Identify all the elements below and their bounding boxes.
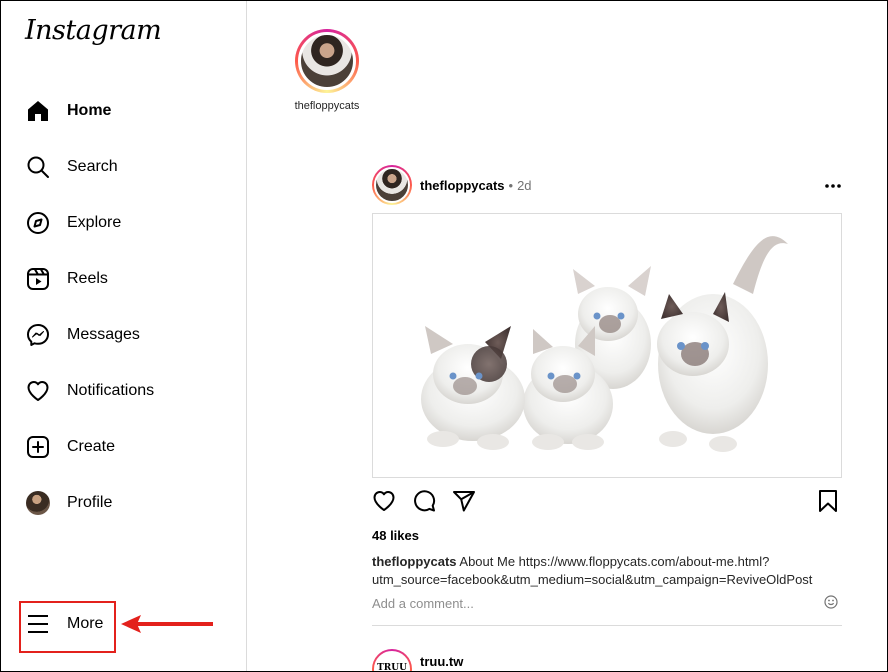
post2-avatar-text: TRUU [374,651,410,671]
instagram-window: Instagram Home Search Explore Reels Mess… [0,0,888,672]
nav-messages-label: Messages [67,326,140,343]
save-bookmark-icon[interactable] [816,489,842,515]
like-heart-icon[interactable] [372,489,398,515]
nav-profile[interactable]: Profile [13,481,233,525]
nav-notifications-label: Notifications [67,382,155,399]
nav-notifications[interactable]: Notifications [13,369,233,413]
nav-search[interactable]: Search [13,145,233,189]
post-more-options-icon[interactable] [824,173,842,194]
emoji-icon[interactable] [824,595,838,609]
story-item[interactable]: thefloppycats [293,29,361,112]
compass-icon [25,210,51,236]
nav-create-label: Create [67,438,116,455]
post-username[interactable]: thefloppycats [420,178,505,193]
annotation-arrow-icon [121,615,213,633]
search-icon [25,154,51,180]
more-highlight-box [19,601,116,653]
nav-reels-label: Reels [67,270,108,287]
nav-profile-label: Profile [67,494,113,511]
post-actions [372,489,842,515]
nav-explore[interactable]: Explore [13,201,233,245]
post-timestamp[interactable]: 2d [517,178,531,193]
comment-row [372,595,842,626]
reels-icon [25,266,51,292]
nav-explore-label: Explore [67,214,122,231]
post-separator: • [508,177,514,193]
caption-username[interactable]: thefloppycats [372,554,457,569]
comment-input[interactable] [372,596,772,611]
post2-header: TRUU truu.tw [372,649,842,671]
profile-avatar [25,490,51,516]
messenger-icon [25,322,51,348]
nav-home-label: Home [67,102,112,119]
post-header: thefloppycats • 2d [372,165,842,205]
instagram-logo[interactable]: Instagram [25,15,162,46]
heart-icon [25,378,51,404]
plus-square-icon [25,434,51,460]
story-ring [295,29,359,93]
share-send-icon[interactable] [452,489,478,515]
like-count[interactable]: 48 likes [372,528,419,543]
nav-reels[interactable]: Reels [13,257,233,301]
nav-create[interactable]: Create [13,425,233,469]
story-avatar [298,32,356,90]
post-image[interactable] [372,213,842,478]
nav-messages[interactable]: Messages [13,313,233,357]
sidebar: Instagram Home Search Explore Reels Mess… [1,1,247,671]
post2-username[interactable]: truu.tw [420,654,463,669]
post2-avatar[interactable]: TRUU [372,649,412,671]
post-caption: thefloppycats About Me https://www.flopp… [372,553,852,589]
post-avatar[interactable] [372,165,412,205]
story-username: thefloppycats [294,100,360,112]
nav-home[interactable]: Home [13,89,233,133]
nav-search-label: Search [67,158,118,175]
comment-bubble-icon[interactable] [412,489,438,515]
home-icon [25,98,51,124]
post2-more-options-icon[interactable] [824,661,842,671]
